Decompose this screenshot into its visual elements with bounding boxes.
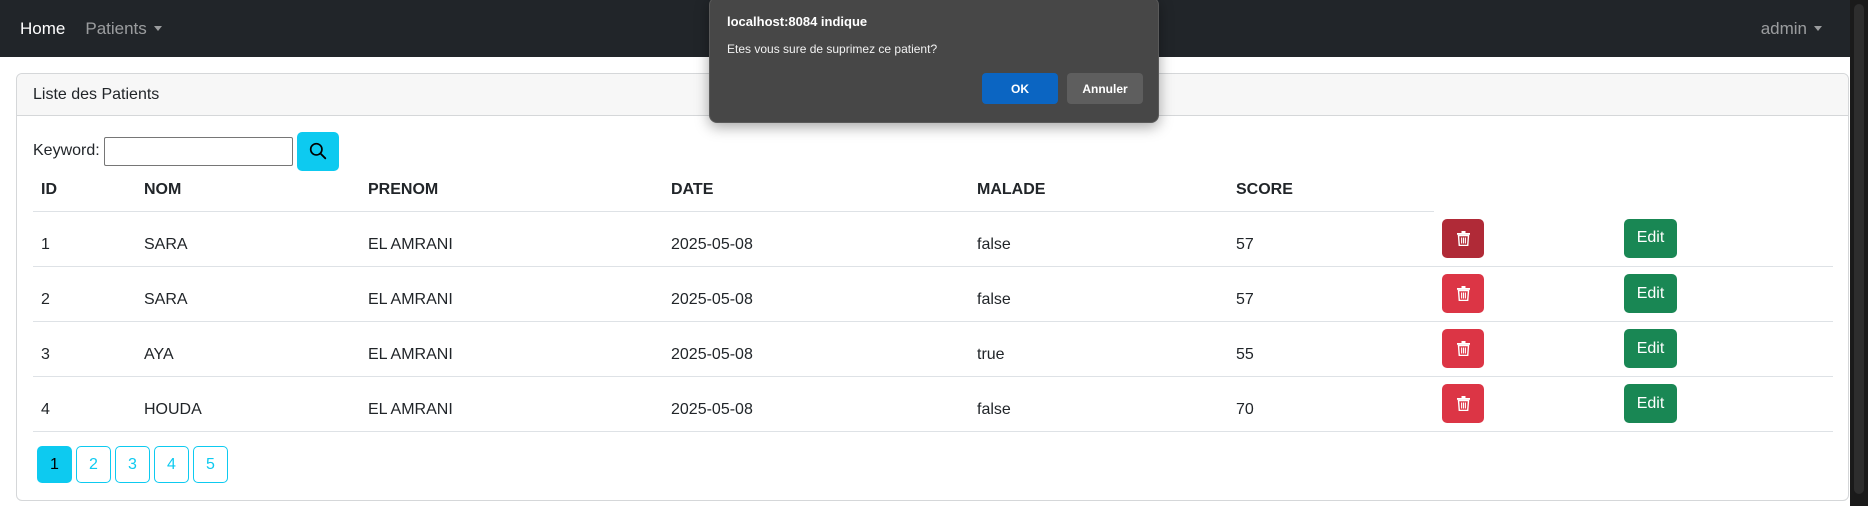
table-row: 4 HOUDA EL AMRANI 2025-05-08 false 70 Ed… [33,376,1833,432]
scrollbar-thumb[interactable] [1854,4,1864,494]
cell-delete [1434,266,1616,322]
trash-icon [1456,230,1470,246]
ok-button[interactable]: OK [982,73,1058,104]
pagination: 1 2 3 4 5 [37,446,228,483]
cell-malade: false [969,211,1228,267]
dialog-message: Etes vous sure de suprimez ce patient? [727,42,938,56]
nav-user-label: admin [1760,18,1807,38]
delete-button[interactable] [1442,274,1484,313]
cell-delete [1434,321,1616,377]
cell-date: 2025-05-08 [663,376,969,432]
cell-prenom: EL AMRANI [360,376,663,432]
table-row: 3 AYA EL AMRANI 2025-05-08 true 55 Edit [33,321,1833,377]
cell-delete [1434,211,1616,267]
trash-icon [1456,341,1470,356]
header-edit [1616,170,1833,211]
table-header-row: ID NOM PRENOM DATE MALADE SCORE [33,170,1833,212]
cancel-button[interactable]: Annuler [1067,73,1143,104]
delete-button[interactable] [1442,384,1484,423]
edit-button[interactable]: Edit [1624,329,1677,368]
confirm-dialog: localhost:8084 indique Etes vous sure de… [709,0,1159,123]
edit-button[interactable]: Edit [1624,218,1677,258]
cell-malade: true [969,321,1228,377]
search-form: Keyword: [33,131,339,171]
header-prenom: PRENOM [360,170,663,212]
search-label: Keyword: [33,142,100,159]
header-nom: NOM [136,170,360,212]
header-delete [1434,170,1616,211]
search-input[interactable] [103,136,293,166]
cell-prenom: EL AMRANI [360,211,663,267]
window-scrollbar[interactable] [1850,0,1868,506]
nav-home-link[interactable]: Home [20,19,65,39]
cell-id: 3 [33,321,136,377]
page-button-3[interactable]: 3 [115,446,150,483]
chevron-down-icon [153,25,162,31]
trash-icon [1456,396,1470,411]
cell-edit: Edit [1616,376,1833,432]
cell-prenom: EL AMRANI [360,266,663,322]
page-button-2[interactable]: 2 [76,446,111,483]
search-button[interactable] [296,131,339,171]
table-row: 2 SARA EL AMRANI 2025-05-08 false 57 Edi… [33,266,1833,322]
nav-patients-dropdown[interactable]: Patients [85,18,162,39]
patients-card: Liste des Patients Keyword: ID NOM PRENO… [16,73,1849,501]
page-button-4[interactable]: 4 [154,446,189,483]
cell-prenom: EL AMRANI [360,321,663,377]
page-button-1[interactable]: 1 [37,446,72,483]
cell-nom: SARA [136,266,360,322]
nav-user-dropdown[interactable]: admin [1761,19,1822,39]
cell-id: 1 [33,211,136,267]
search-icon [309,142,326,160]
header-date: DATE [663,170,969,212]
cell-nom: HOUDA [136,376,360,432]
cell-nom: AYA [136,321,360,377]
page-button-5[interactable]: 5 [193,446,228,483]
table-row: 1 SARA EL AMRANI 2025-05-08 false 57 Edi… [33,211,1833,267]
cell-edit: Edit [1616,321,1833,377]
delete-button[interactable] [1442,218,1484,258]
cell-edit: Edit [1616,211,1833,267]
edit-button[interactable]: Edit [1624,384,1677,423]
cell-date: 2025-05-08 [663,211,969,267]
cell-id: 4 [33,376,136,432]
header-id: ID [33,170,136,212]
cell-score: 55 [1228,321,1434,377]
cell-id: 2 [33,266,136,322]
edit-button[interactable]: Edit [1624,274,1677,313]
patients-table: ID NOM PRENOM DATE MALADE SCORE 1 SARA E… [33,170,1833,432]
cell-nom: SARA [136,211,360,267]
header-score: SCORE [1228,170,1434,212]
cell-edit: Edit [1616,266,1833,322]
delete-button[interactable] [1442,329,1484,368]
cell-delete [1434,376,1616,432]
header-malade: MALADE [969,170,1228,212]
cell-date: 2025-05-08 [663,266,969,322]
trash-icon [1456,286,1470,301]
cell-score: 57 [1228,211,1434,267]
cell-score: 70 [1228,376,1434,432]
cell-malade: false [969,266,1228,322]
chevron-down-icon [1814,25,1822,31]
dialog-title: localhost:8084 indique [727,14,868,29]
cell-score: 57 [1228,266,1434,322]
cell-malade: false [969,376,1228,432]
cell-date: 2025-05-08 [663,321,969,377]
nav-patients-label: Patients [85,18,147,38]
